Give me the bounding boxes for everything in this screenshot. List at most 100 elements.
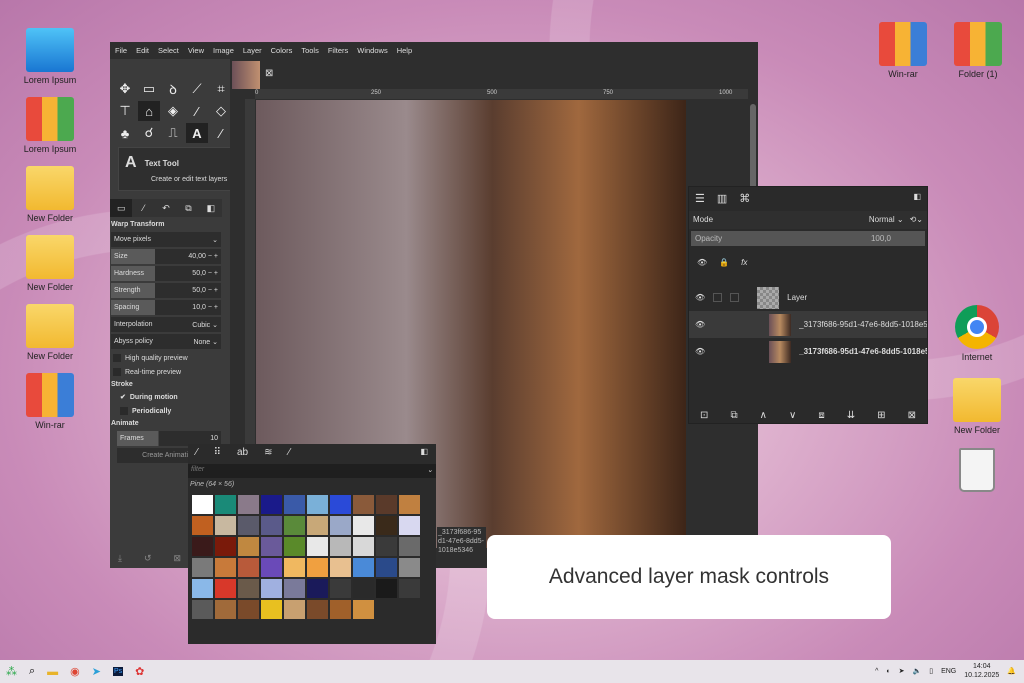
eraser-icon[interactable]: ◇ [210, 101, 232, 121]
dock-menu-icon[interactable]: ◧ [200, 199, 222, 217]
mode-select[interactable]: Move pixels ⌄ [111, 232, 221, 247]
menu-image[interactable]: Image [213, 46, 234, 55]
lock-checkbox[interactable] [713, 293, 723, 302]
fonts-tab-icon[interactable]: ab [237, 447, 248, 461]
menu-view[interactable]: View [188, 46, 204, 55]
pattern-swatch[interactable] [353, 495, 374, 514]
dock-menu-icon[interactable]: ◧ [913, 192, 921, 206]
pattern-swatch[interactable] [238, 600, 259, 619]
periodically-checkbox[interactable]: Periodically [110, 404, 222, 418]
patterns-tab-icon[interactable]: ⠿ [214, 447, 221, 461]
desktop-icon-folder[interactable]: New Folder [15, 304, 85, 361]
merge-down-icon[interactable]: ⇊ [847, 410, 855, 421]
pattern-swatch[interactable] [330, 516, 351, 535]
pattern-swatch[interactable] [376, 516, 397, 535]
pattern-swatch[interactable] [353, 558, 374, 577]
pattern-swatch[interactable] [330, 558, 351, 577]
undo-history-tab[interactable]: ↶ [155, 199, 177, 217]
pattern-swatch[interactable] [261, 516, 282, 535]
new-layer-icon[interactable]: ⊡ [700, 410, 708, 421]
pattern-swatch[interactable] [261, 579, 282, 598]
pattern-swatch[interactable] [284, 600, 305, 619]
image-tab-thumbnail[interactable] [232, 61, 260, 89]
pattern-swatch[interactable] [307, 600, 328, 619]
eye-icon[interactable]: 👁 [695, 320, 705, 329]
desktop-icon-monitor[interactable]: Lorem Ipsum [15, 28, 85, 85]
mode-select[interactable]: Normal ⌄ [869, 215, 904, 225]
desktop-icon-folder[interactable]: New Folder [15, 235, 85, 292]
paths-tab-icon[interactable]: ⌘ [739, 192, 750, 206]
tool-options-tab[interactable]: ▭ [110, 199, 133, 217]
brushes-tab-icon[interactable]: ⁄ [196, 447, 198, 461]
pattern-swatch[interactable] [353, 516, 374, 535]
pattern-swatch[interactable] [284, 579, 305, 598]
pattern-swatch[interactable] [330, 579, 351, 598]
pattern-swatch[interactable] [376, 558, 397, 577]
telegram-icon[interactable]: ➤ [92, 665, 101, 678]
start-icon[interactable]: ⁂ [6, 665, 17, 678]
menu-help[interactable]: Help [397, 46, 412, 55]
pattern-swatch[interactable] [399, 537, 420, 556]
bucket-fill-icon[interactable]: ◈ [162, 101, 184, 121]
chrome-icon[interactable]: ◉ [70, 665, 80, 678]
filter-input[interactable]: filter ⌄ [188, 464, 436, 478]
transform-icon[interactable]: ⊤ [114, 101, 136, 121]
pattern-swatch[interactable] [238, 579, 259, 598]
eye-icon[interactable]: 👁 [695, 347, 705, 356]
pattern-swatch[interactable] [307, 537, 328, 556]
fx-checkbox[interactable] [730, 293, 740, 302]
text-tool-icon[interactable]: A [186, 123, 208, 143]
duplicate-layer-icon[interactable]: ⧈ [818, 410, 824, 421]
layers-tab-icon[interactable]: ☰ [695, 192, 705, 206]
photoshop-icon[interactable]: Ps [113, 667, 124, 676]
search-icon[interactable]: ⌕ [29, 665, 35, 678]
pattern-swatch[interactable] [261, 600, 282, 619]
spacing-slider[interactable]: Spacing 10,0 − + [111, 300, 221, 315]
pattern-swatch[interactable] [284, 495, 305, 514]
abyss-select[interactable]: Abyss policy None ⌄ [111, 334, 221, 349]
chevron-up-icon[interactable]: ^ [875, 668, 878, 675]
pattern-swatch[interactable] [238, 558, 259, 577]
opacity-slider[interactable]: Opacity 100,0 [691, 231, 925, 246]
new-group-icon[interactable]: ⧉ [730, 410, 737, 421]
pattern-swatch[interactable] [238, 495, 259, 514]
pattern-swatch[interactable] [238, 537, 259, 556]
pattern-swatch[interactable] [376, 600, 397, 619]
pattern-swatch[interactable] [307, 579, 328, 598]
menu-edit[interactable]: Edit [136, 46, 149, 55]
channels-tab-icon[interactable]: ▥ [717, 192, 727, 206]
app-icon[interactable]: ✿ [135, 665, 144, 678]
pattern-swatch[interactable] [215, 516, 236, 535]
desktop-icon-chrome[interactable]: Internet [942, 305, 1012, 362]
warp-icon[interactable]: ⌂ [138, 101, 160, 121]
raise-layer-icon[interactable]: ∧ [760, 410, 767, 421]
battery-icon[interactable]: ▯ [929, 667, 933, 675]
desktop-icon-binder[interactable]: Lorem Ipsum [15, 97, 85, 154]
pattern-swatch[interactable] [261, 537, 282, 556]
volume-icon[interactable]: 🔈 [912, 667, 921, 675]
clock[interactable]: 14:04 10.12.2025 [964, 662, 999, 680]
pattern-swatch[interactable] [284, 537, 305, 556]
restore-icon[interactable]: ↺ [144, 553, 152, 564]
delete-icon[interactable]: ⊠ [174, 553, 182, 564]
lasso-icon[interactable]: ꝺ [162, 79, 184, 99]
images-tab[interactable]: ⧉ [177, 199, 199, 217]
pattern-swatch[interactable] [261, 558, 282, 577]
paintbrush-icon[interactable]: ⁄ [186, 101, 208, 121]
explorer-icon[interactable]: ▬ [47, 666, 58, 678]
fuzzy-select-icon[interactable]: ⟋ [186, 79, 208, 99]
pattern-swatch[interactable] [307, 516, 328, 535]
hq-preview-checkbox[interactable]: High quality preview [110, 351, 222, 365]
pattern-swatch[interactable] [330, 600, 351, 619]
pattern-swatch[interactable] [330, 495, 351, 514]
reset-mode-icon[interactable]: ⟲⌄ [910, 215, 923, 225]
close-image-icon[interactable]: ⊠ [265, 68, 273, 79]
layer-row[interactable]: 👁 Layer [689, 284, 927, 311]
pattern-swatch[interactable] [284, 516, 305, 535]
desktop-icon-folder[interactable]: New Folder [942, 378, 1012, 435]
clone-icon[interactable]: ♣ [114, 123, 136, 143]
menu-colors[interactable]: Colors [271, 46, 293, 55]
smudge-icon[interactable]: ☌ [138, 123, 160, 143]
gradients-tab-icon[interactable]: ≋ [264, 447, 272, 461]
pattern-swatch[interactable] [284, 558, 305, 577]
